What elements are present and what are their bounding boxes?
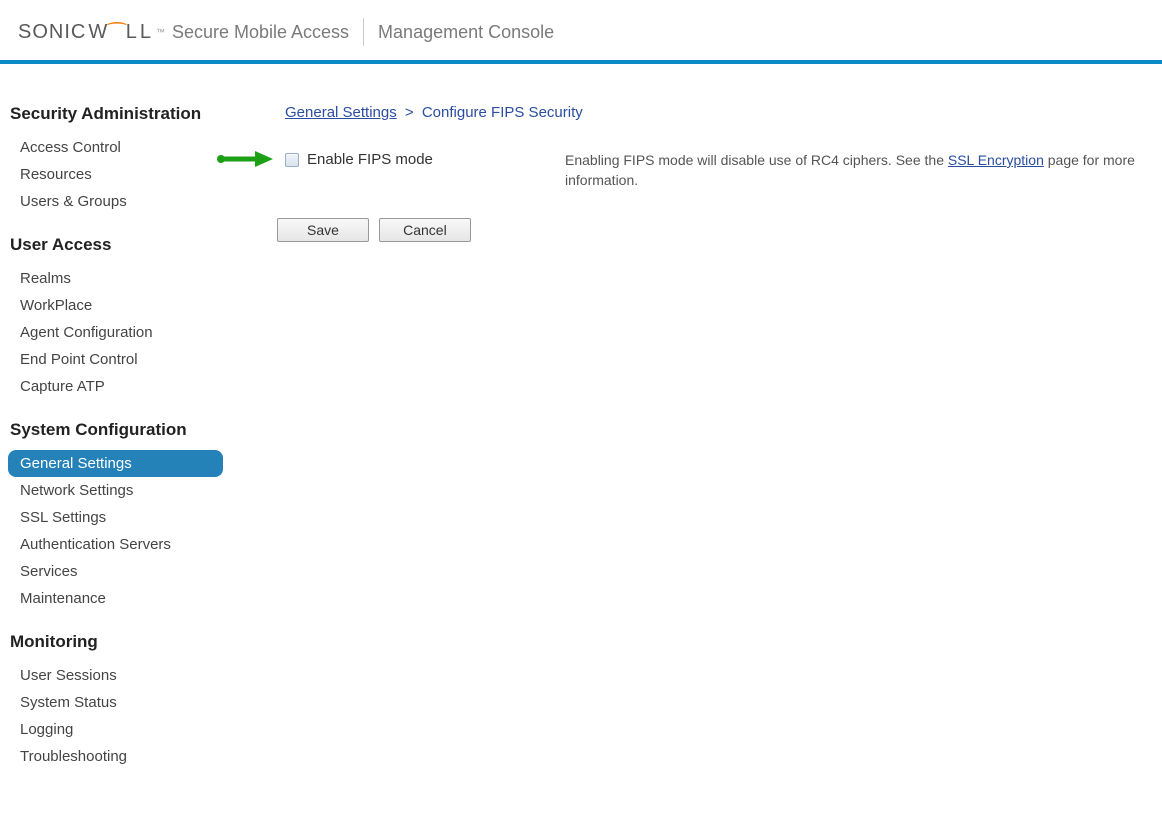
save-button[interactable]: Save xyxy=(277,218,369,242)
enable-fips-mode-checkbox[interactable] xyxy=(285,153,299,167)
sidebar-item-maintenance[interactable]: Maintenance xyxy=(8,585,223,612)
sidebar-item-users-groups[interactable]: Users & Groups xyxy=(8,188,223,215)
sidebar-item-ssl-settings[interactable]: SSL Settings xyxy=(8,504,223,531)
sidebar-item-end-point-control[interactable]: End Point Control xyxy=(8,346,223,373)
sidebar-section-user-access: User Access xyxy=(8,235,230,255)
breadcrumb: General Settings > Configure FIPS Securi… xyxy=(285,104,1142,121)
breadcrumb-separator-icon: > xyxy=(405,104,414,121)
sidebar-item-general-settings[interactable]: General Settings xyxy=(8,450,223,477)
cancel-button[interactable]: Cancel xyxy=(379,218,471,242)
breadcrumb-link-general-settings[interactable]: General Settings xyxy=(285,104,397,121)
sidebar-item-realms[interactable]: Realms xyxy=(8,265,223,292)
sidebar-item-network-settings[interactable]: Network Settings xyxy=(8,477,223,504)
sidebar-section-security-administration: Security Administration xyxy=(8,104,230,124)
product-name: Secure Mobile Access xyxy=(172,22,349,43)
sidebar-item-resources[interactable]: Resources xyxy=(8,161,223,188)
sidebar-item-agent-configuration[interactable]: Agent Configuration xyxy=(8,319,223,346)
sidebar-item-capture-atp[interactable]: Capture ATP xyxy=(8,373,223,400)
header: SONICW⁀LL™ Secure Mobile Access Manageme… xyxy=(0,0,1162,60)
logo-swoosh-icon: ⁀ xyxy=(108,23,129,44)
sidebar-section-monitoring: Monitoring xyxy=(8,632,230,652)
console-name: Management Console xyxy=(378,22,554,43)
logo-text-wall: W⁀LL xyxy=(88,21,154,44)
sidebar-section-system-configuration: System Configuration xyxy=(8,420,230,440)
sonicwall-logo: SONICW⁀LL™ xyxy=(18,21,166,44)
breadcrumb-current: Configure FIPS Security xyxy=(422,104,583,121)
header-divider xyxy=(363,18,364,46)
arrow-indicator-icon xyxy=(215,149,275,169)
sidebar-item-authentication-servers[interactable]: Authentication Servers xyxy=(8,531,223,558)
sidebar-item-troubleshooting[interactable]: Troubleshooting xyxy=(8,743,223,770)
sidebar-item-access-control[interactable]: Access Control xyxy=(8,134,223,161)
sidebar-item-workplace[interactable]: WorkPlace xyxy=(8,292,223,319)
sidebar: Security Administration Access Control R… xyxy=(0,64,230,770)
sidebar-item-user-sessions[interactable]: User Sessions xyxy=(8,662,223,689)
enable-fips-mode-label: Enable FIPS mode xyxy=(307,151,433,168)
help-text: Enabling FIPS mode will disable use of R… xyxy=(565,151,1142,190)
help-text-prefix: Enabling FIPS mode will disable use of R… xyxy=(565,152,948,168)
ssl-encryption-link[interactable]: SSL Encryption xyxy=(948,152,1044,168)
sidebar-item-services[interactable]: Services xyxy=(8,558,223,585)
logo-text-sonic: SONIC xyxy=(18,21,86,44)
sidebar-item-system-status[interactable]: System Status xyxy=(8,689,223,716)
trademark-icon: ™ xyxy=(156,27,166,37)
content: General Settings > Configure FIPS Securi… xyxy=(230,64,1162,770)
sidebar-item-logging[interactable]: Logging xyxy=(8,716,223,743)
